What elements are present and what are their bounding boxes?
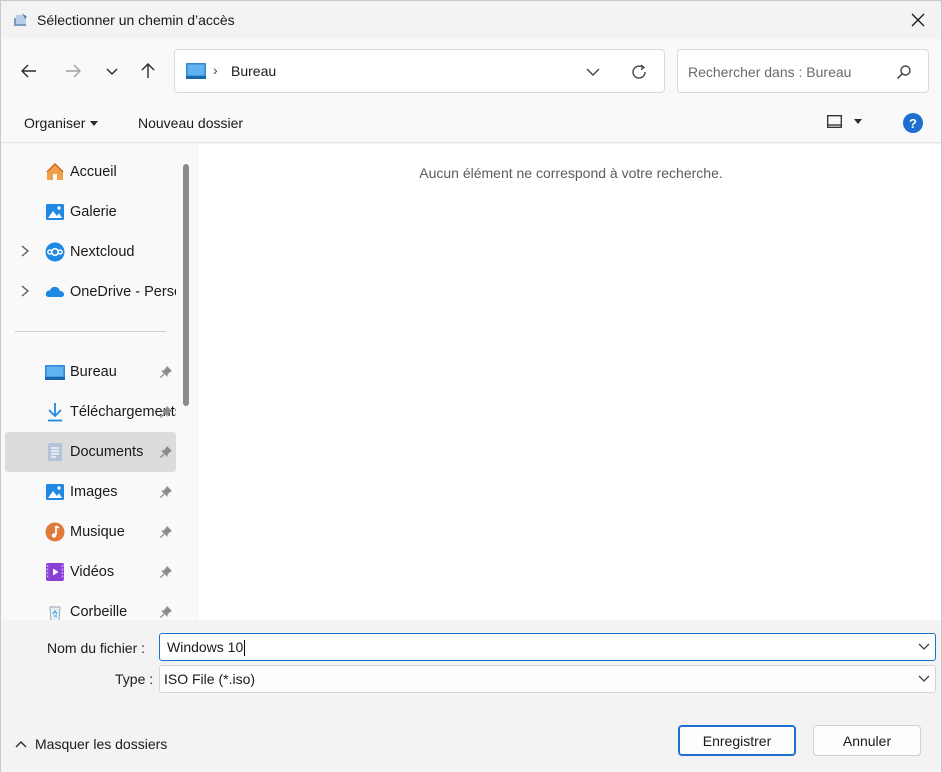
sidebar-item-onedrive[interactable]: OneDrive - Perso (5, 272, 176, 312)
address-history-button[interactable] (581, 62, 605, 82)
title-bar: Sélectionner un chemin d’accès (1, 1, 941, 39)
sidebar-scrollbar[interactable] (183, 164, 189, 406)
close-button[interactable] (895, 1, 941, 39)
gallery-icon (46, 204, 64, 220)
window-title: Sélectionner un chemin d’accès (37, 12, 235, 28)
sidebar-item-documents[interactable]: Documents (5, 432, 176, 472)
save-dialog: Sélectionner un chemin d’accès › Bureau … (0, 0, 942, 772)
documents-icon (48, 443, 62, 461)
chevron-down-icon (586, 68, 600, 76)
caret-down-icon (854, 119, 862, 124)
recycle-bin-icon (49, 606, 61, 620)
search-box[interactable]: Rechercher dans : Bureau (677, 49, 929, 93)
text-caret (244, 640, 246, 657)
pin-icon[interactable] (159, 405, 173, 419)
organize-label: Organiser (24, 115, 86, 131)
file-list[interactable]: Aucun élément ne correspond à votre rech… (198, 144, 941, 620)
sidebar-item-label: Nextcloud (70, 244, 135, 260)
sidebar-item-label: Galerie (70, 204, 117, 220)
caret-down-icon (90, 120, 99, 126)
chevron-down-icon[interactable] (918, 642, 930, 652)
navigation-pane: Accueil Galerie Nextcloud OneDrive - Per… (1, 144, 197, 620)
download-icon (48, 403, 62, 422)
pin-icon[interactable] (159, 605, 173, 619)
pin-icon[interactable] (159, 565, 173, 579)
hide-folders-label: Masquer les dossiers (35, 736, 168, 752)
address-bar[interactable]: › Bureau (174, 49, 665, 93)
sidebar-item-telechargements[interactable]: Téléchargements (5, 392, 176, 432)
onedrive-icon (45, 286, 64, 297)
filename-label: Nom du fichier : (47, 640, 146, 656)
recent-locations-button[interactable] (98, 57, 126, 85)
hide-folders-toggle[interactable]: Masquer les dossiers (15, 736, 167, 752)
organize-menu[interactable]: Organiser (24, 115, 99, 131)
search-placeholder: Rechercher dans : Bureau (688, 64, 852, 80)
arrow-left-icon (21, 64, 36, 78)
chevron-up-icon (15, 741, 27, 748)
images-icon (46, 484, 64, 500)
pin-icon[interactable] (159, 485, 173, 499)
sidebar-item-accueil[interactable]: Accueil (5, 152, 176, 192)
sidebar-item-bureau[interactable]: Bureau (5, 352, 176, 392)
close-icon (911, 13, 925, 27)
sidebar-item-images[interactable]: Images (5, 472, 176, 512)
empty-state-message: Aucun élément ne correspond à votre rech… (419, 165, 723, 181)
search-icon (896, 65, 911, 80)
sidebar-divider (15, 331, 166, 332)
breadcrumb-separator: › (213, 62, 218, 78)
new-folder-button[interactable]: Nouveau dossier (138, 115, 243, 131)
help-button[interactable]: ? (903, 113, 923, 133)
view-options-button[interactable] (827, 115, 862, 128)
file-type-value: ISO File (*.iso) (164, 671, 256, 687)
chevron-down-icon (106, 68, 118, 75)
up-button[interactable] (134, 57, 162, 85)
filename-field[interactable]: Windows 10 (159, 633, 936, 661)
chevron-right-icon[interactable] (19, 284, 31, 298)
home-icon (46, 162, 64, 180)
arrow-up-icon (141, 63, 155, 78)
sidebar-item-label: Accueil (70, 164, 117, 180)
chevron-right-icon[interactable] (19, 244, 31, 258)
desktop-folder-icon (186, 63, 206, 79)
dialog-footer: Nom du fichier : Windows 10 Type : ISO F… (1, 620, 941, 772)
sidebar-item-videos[interactable]: Vidéos (5, 552, 176, 592)
pin-icon[interactable] (159, 525, 173, 539)
breadcrumb-current[interactable]: Bureau (231, 63, 276, 79)
sidebar-item-nextcloud[interactable]: Nextcloud (5, 232, 176, 272)
command-bar: Organiser Nouveau dossier ? (1, 103, 941, 143)
sidebar-item-musique[interactable]: Musique (5, 512, 176, 552)
arrow-right-icon (66, 64, 81, 78)
videos-icon (46, 563, 64, 581)
music-icon (45, 522, 65, 542)
view-layout-icon (827, 115, 842, 128)
file-type-select[interactable]: ISO File (*.iso) (159, 665, 936, 693)
nextcloud-icon (45, 242, 65, 262)
sidebar-item-galerie[interactable]: Galerie (5, 192, 176, 232)
cancel-button[interactable]: Annuler (813, 725, 921, 756)
desktop-icon (45, 365, 65, 380)
sidebar-item-label: OneDrive - Perso (70, 284, 176, 300)
save-button[interactable]: Enregistrer (678, 725, 796, 756)
refresh-icon (632, 64, 646, 79)
forward-button[interactable] (59, 57, 87, 85)
chevron-down-icon (918, 675, 930, 682)
navigation-bar: › Bureau Rechercher dans : Bureau (1, 39, 941, 103)
sidebar-item-corbeille[interactable]: Corbeille (5, 592, 176, 620)
type-label: Type : (115, 671, 154, 687)
pin-icon[interactable] (159, 365, 173, 379)
pin-icon[interactable] (159, 445, 173, 459)
refresh-button[interactable] (627, 61, 651, 83)
back-button[interactable] (15, 57, 43, 85)
app-icon (14, 13, 27, 26)
filename-value: Windows 10 (167, 639, 246, 657)
